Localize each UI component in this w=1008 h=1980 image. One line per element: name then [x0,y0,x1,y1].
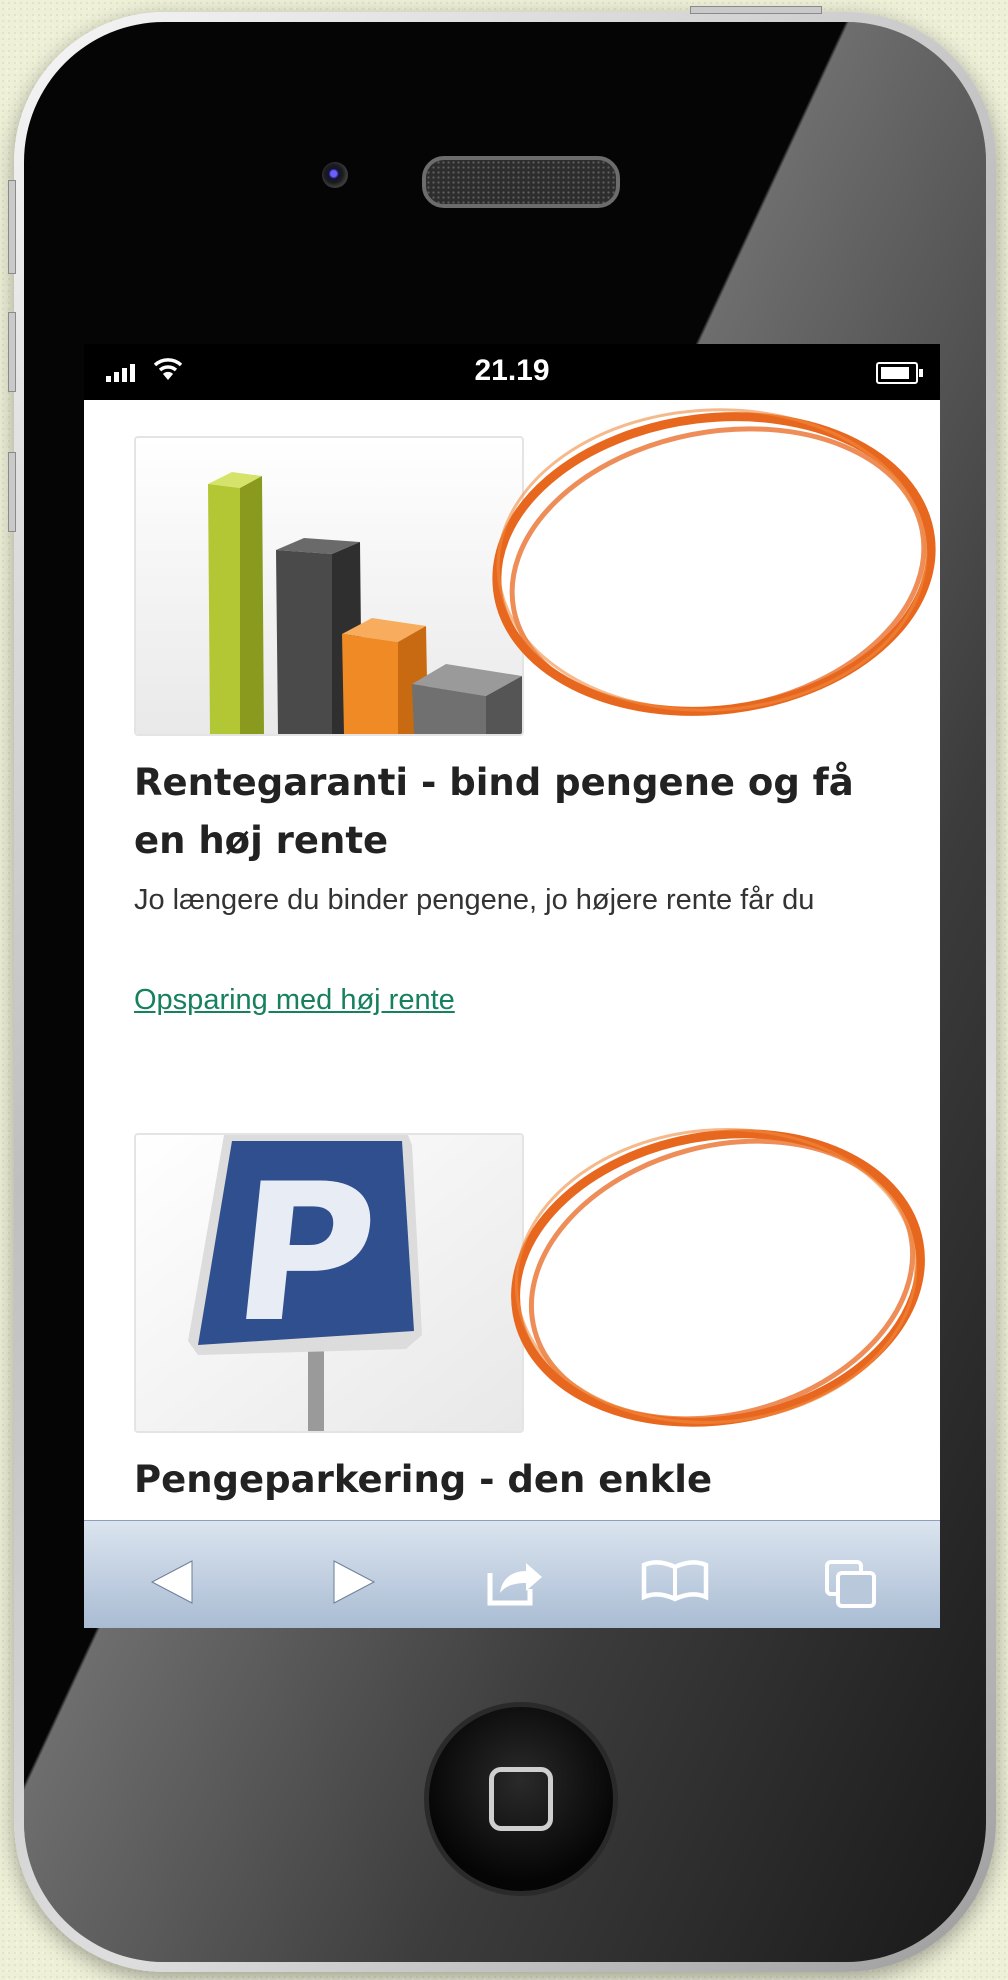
volume-down-button [8,452,16,532]
bookmarks-icon[interactable] [640,1559,710,1608]
promo-text: Jo længere du binder pengene, jo højere … [134,884,815,916]
battery-icon [876,362,923,384]
back-icon[interactable] [150,1559,196,1610]
svg-text:P: P [224,1142,387,1363]
status-bar: 21.19 [84,344,940,400]
phone-screen: 21.19 Rentegaranti - bind pengene og få … [84,344,940,1628]
power-button [690,6,822,14]
web-page-content[interactable]: Rentegaranti - bind pengene og få en høj… [84,400,940,1520]
promo-card-rentegaranti: Rentegaranti - bind pengene og få en høj… [134,436,914,1017]
forward-icon[interactable] [330,1559,376,1610]
browser-toolbar [84,1520,940,1628]
parking-sign-icon[interactable]: P [134,1133,524,1433]
tabs-icon[interactable] [824,1559,878,1614]
status-time: 21.19 [474,354,550,387]
rounded-square-icon [489,1767,553,1831]
link-opsparing-med-hoej-rente[interactable]: Opsparing med høj rente [134,984,455,1017]
earpiece-speaker [422,156,620,208]
mute-switch [8,180,16,274]
share-icon[interactable] [486,1559,546,1612]
home-button[interactable] [424,1702,618,1896]
promo-title[interactable]: Rentegaranti - bind pengene og få en høj… [134,754,914,870]
bar-chart-icon[interactable] [134,436,524,736]
promo-title[interactable]: Pengeparkering - den enkle [134,1451,914,1509]
promo-card-pengeparkering: P Pengeparkering - den enkle [134,1133,914,1509]
volume-up-button [8,312,16,392]
front-camera [322,162,348,188]
